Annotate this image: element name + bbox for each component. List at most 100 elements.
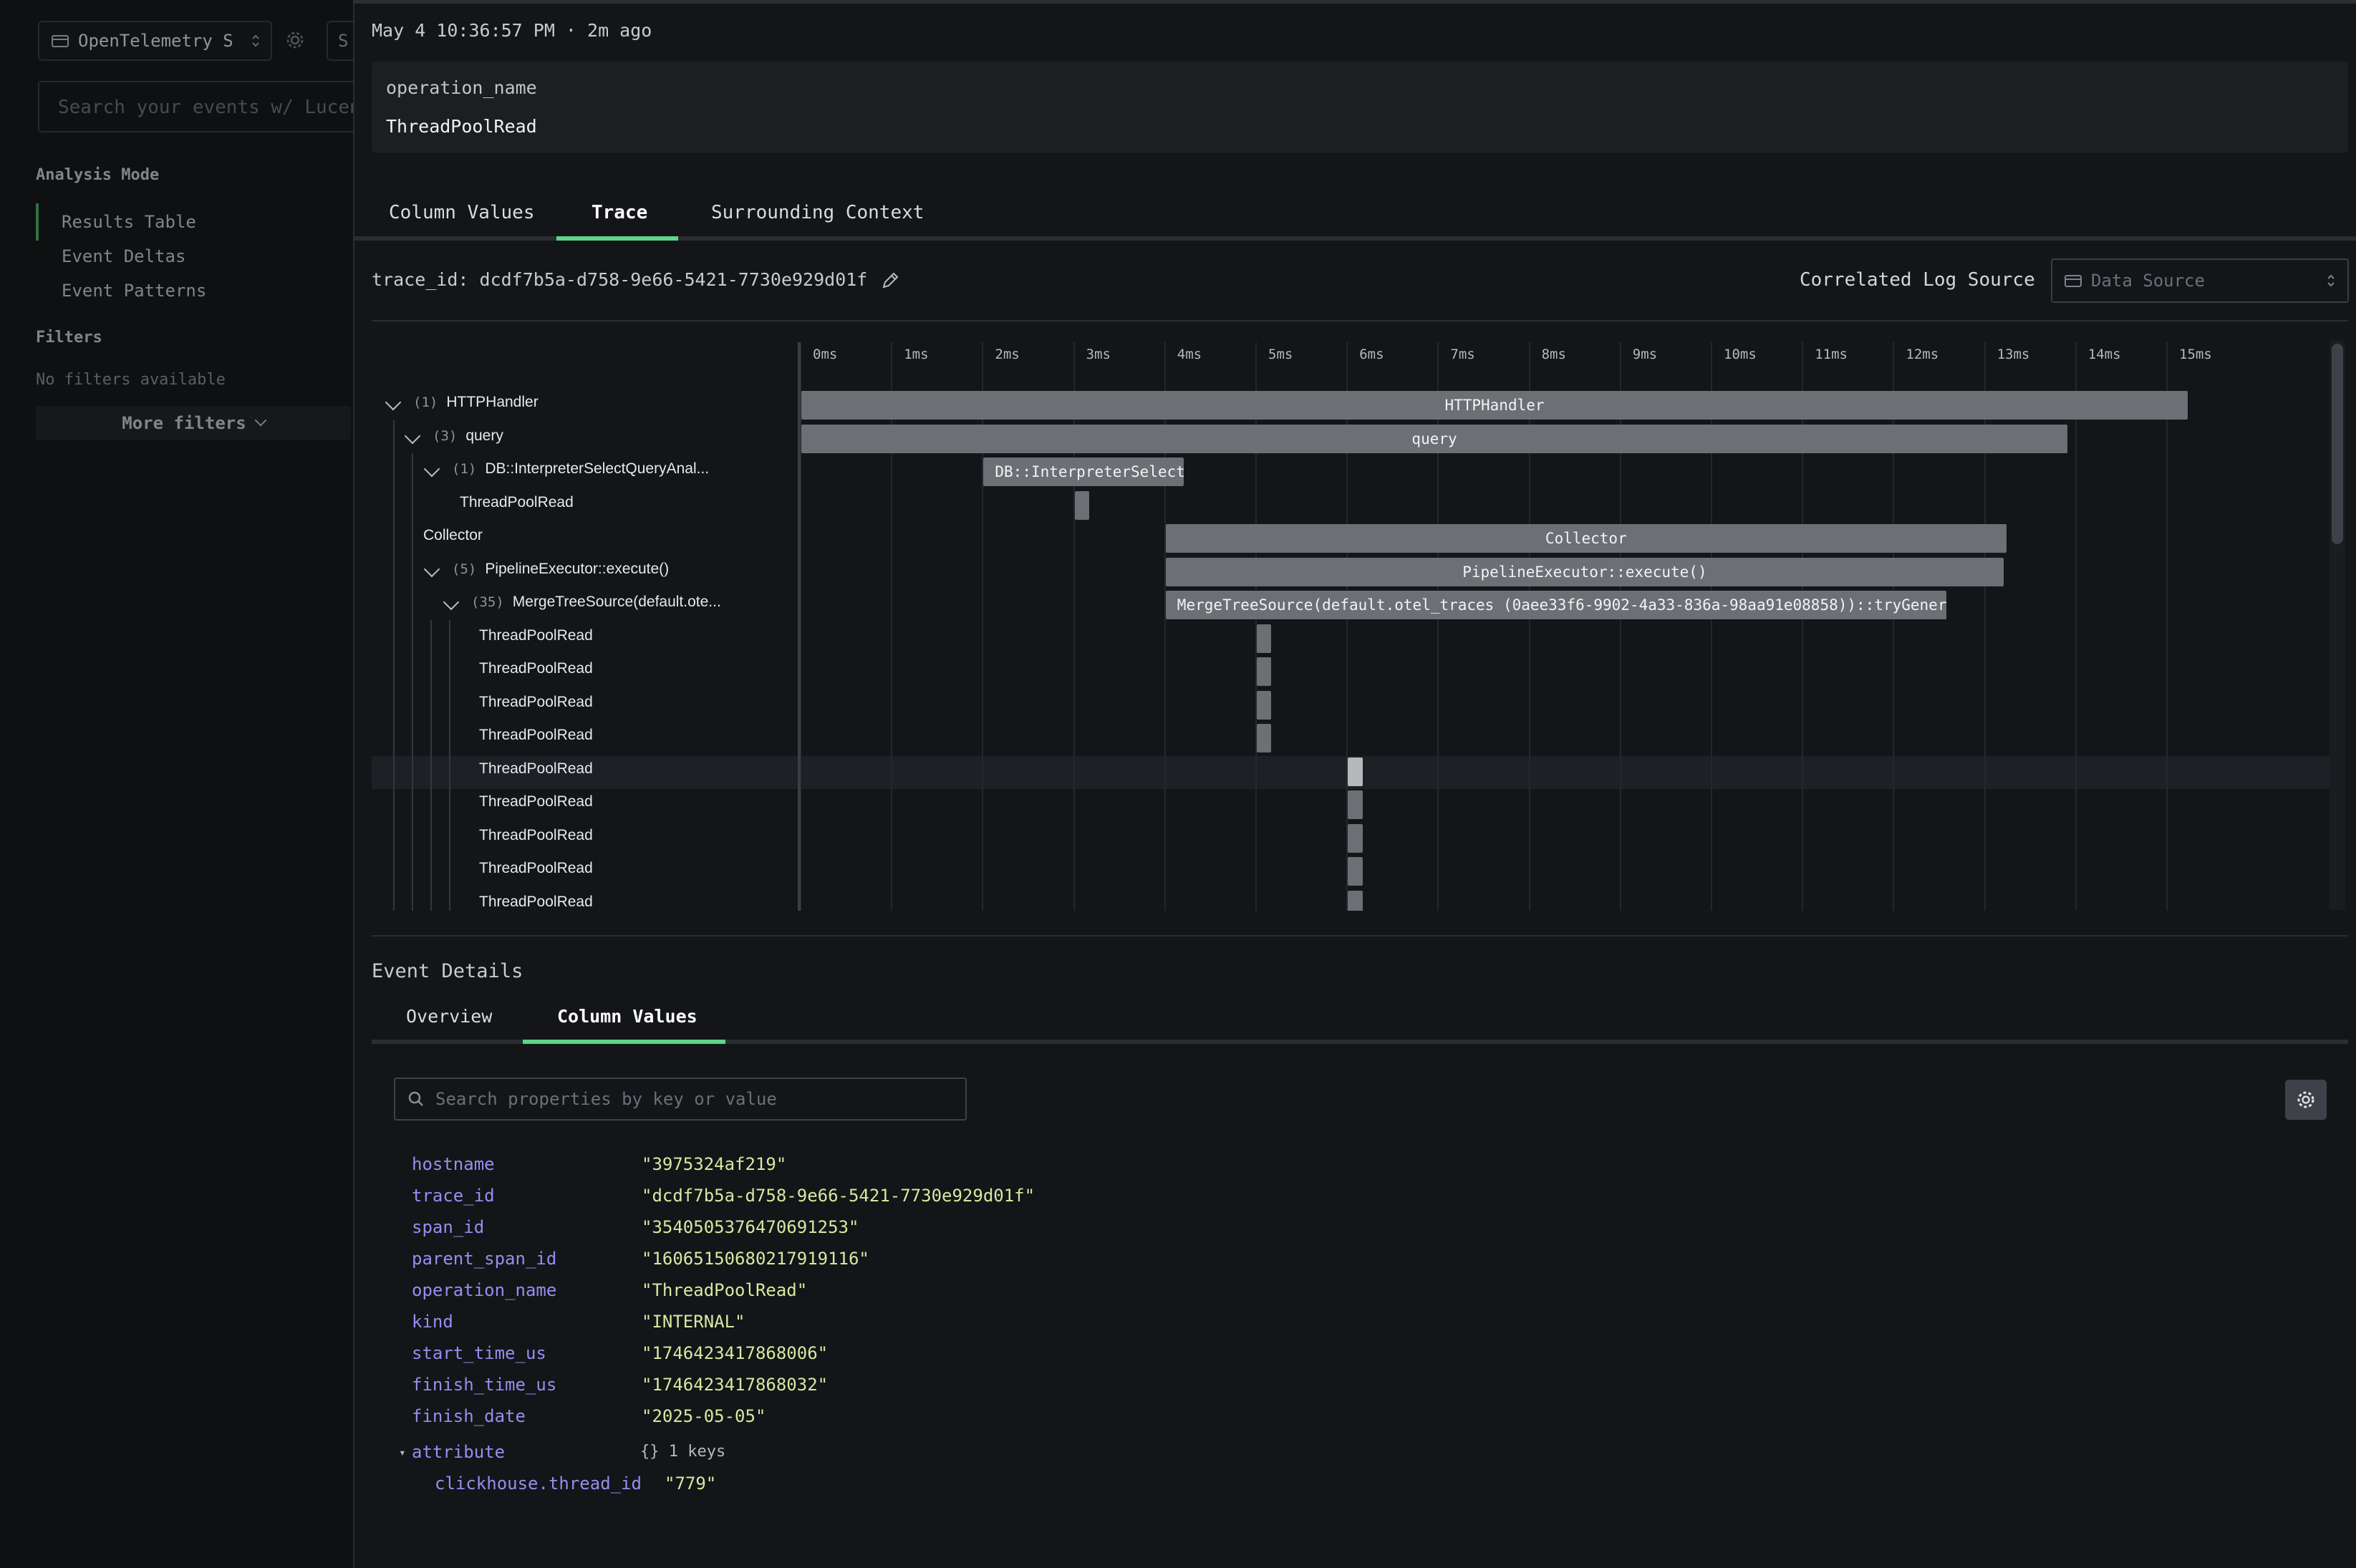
span-row-label[interactable]: ThreadPoolRead [479, 760, 593, 778]
tab-column-values-underline [523, 1040, 725, 1044]
left-sidebar: OpenTelemetry S S Search your events w/ … [0, 0, 375, 1568]
data-source-placeholder: Data Source [2091, 271, 2205, 291]
search-icon [408, 1091, 423, 1106]
correlated-log-source-label: Correlated Log Source [1800, 269, 2035, 291]
data-source-select[interactable]: Data Source [2051, 258, 2349, 303]
span-name: ThreadPoolRead [479, 826, 593, 843]
tab-column-values[interactable]: Column Values [389, 202, 535, 223]
span-bar[interactable]: DB::InterpreterSelectQueryAnalyzer::exec… [983, 458, 1184, 486]
pencil-icon[interactable] [879, 270, 901, 291]
operation-value: ThreadPoolRead [386, 116, 537, 137]
span-child-count: (3) [433, 427, 458, 444]
property-key[interactable]: finish_date [412, 1406, 526, 1426]
span-name: DB::InterpreterSelectQueryAnal... [485, 460, 710, 477]
span-row-label[interactable]: (35) MergeTreeSource(default.ote... [471, 594, 721, 611]
property-key[interactable]: parent_span_id [412, 1249, 556, 1269]
span-row-label[interactable]: (3) query [433, 427, 503, 445]
span-bar[interactable] [1257, 724, 1272, 752]
chevron-down-icon[interactable] [404, 427, 421, 444]
span-child-count: (5) [452, 561, 477, 577]
span-bar[interactable]: PipelineExecutor::execute() [1165, 557, 2004, 586]
span-row-label[interactable]: (1) DB::InterpreterSelectQueryAnal... [452, 460, 709, 478]
updown-chevron-icon [2327, 274, 2335, 287]
tab-overview[interactable]: Overview [406, 1006, 492, 1027]
chevron-down-icon[interactable] [385, 394, 402, 411]
property-value[interactable]: "INTERNAL" [642, 1312, 745, 1332]
span-name: query [465, 427, 503, 444]
property-search-input[interactable]: Search properties by key or value [394, 1078, 967, 1121]
settings-button[interactable] [2285, 1080, 2327, 1120]
tab-trace[interactable]: Trace [592, 202, 647, 223]
span-bar-label: DB::InterpreterSelectQueryAnalyzer::exec… [995, 463, 1184, 480]
property-key[interactable]: kind [412, 1312, 453, 1332]
span-bar[interactable] [1348, 757, 1363, 786]
chevron-down-icon[interactable] [423, 561, 440, 577]
span-bar[interactable] [1348, 790, 1363, 819]
span-name: ThreadPoolRead [479, 660, 593, 677]
timeline-tick-label: 6ms [1359, 347, 1384, 362]
property-key[interactable]: operation_name [412, 1280, 556, 1300]
span-name: ThreadPoolRead [479, 693, 593, 710]
property-key[interactable]: span_id [412, 1217, 484, 1237]
span-name: ThreadPoolRead [479, 893, 593, 910]
span-row-label[interactable]: ThreadPoolRead [479, 727, 593, 744]
span-row-label[interactable]: ThreadPoolRead [479, 660, 593, 677]
timeline-tick-label: 1ms [904, 347, 929, 362]
span-name: ThreadPoolRead [479, 626, 593, 644]
chevron-down-icon[interactable] [423, 460, 440, 478]
caret-down-icon[interactable]: ▾ [399, 1446, 406, 1459]
span-row-label[interactable]: ThreadPoolRead [479, 694, 593, 711]
span-bar[interactable] [1348, 890, 1363, 911]
property-key[interactable]: finish_time_us [412, 1375, 556, 1395]
property-value[interactable]: "2025-05-05" [642, 1406, 766, 1426]
tab-surrounding-context[interactable]: Surrounding Context [711, 202, 924, 223]
span-child-count: (1) [413, 395, 438, 410]
span-bar[interactable] [1257, 624, 1272, 653]
property-key[interactable]: hostname [412, 1154, 495, 1174]
property-value[interactable]: "1746423417868032" [642, 1375, 828, 1395]
attribute-child-value: "779" [665, 1473, 717, 1494]
span-bar[interactable]: Collector [1165, 524, 2007, 553]
span-name: ThreadPoolRead [460, 493, 574, 510]
span-row-label[interactable]: ThreadPoolRead [460, 494, 574, 511]
span-bar[interactable]: MergeTreeSource(default.otel_traces (0ae… [1165, 591, 1946, 619]
span-bar[interactable] [1074, 490, 1089, 520]
span-row-label[interactable]: ThreadPoolRead [479, 827, 593, 844]
timeline-tick-label: 2ms [995, 347, 1020, 362]
property-value[interactable]: "3540505376470691253" [642, 1217, 859, 1237]
span-bar-label: MergeTreeSource(default.otel_traces (0ae… [1177, 596, 1946, 614]
property-value[interactable]: "3975324af219" [642, 1154, 786, 1174]
tab-trace-underline [556, 236, 678, 241]
chevron-down-icon[interactable] [443, 594, 460, 611]
span-bar[interactable] [1348, 823, 1363, 853]
property-list: hostname "3975324af219" trace_id "dcdf7b5a-… [412, 1154, 1414, 1512]
property-value[interactable]: "ThreadPoolRead" [642, 1280, 807, 1300]
timeline-tick-label: 0ms [813, 347, 838, 362]
span-bar[interactable]: HTTPHandler [801, 391, 2188, 420]
span-child-count: (1) [452, 461, 477, 477]
span-bar-label: HTTPHandler [1444, 397, 1545, 414]
span-bar-label: Collector [1545, 530, 1627, 547]
property-value[interactable]: "16065150680217919116" [642, 1249, 869, 1269]
span-row-label[interactable]: ThreadPoolRead [479, 793, 593, 810]
tab-details-column-values[interactable]: Column Values [557, 1006, 697, 1027]
span-bar[interactable] [1257, 657, 1272, 686]
span-row-label[interactable]: ThreadPoolRead [479, 860, 593, 877]
property-value[interactable]: "1746423417868006" [642, 1343, 828, 1363]
timeline-tick-label: 12ms [1906, 347, 1939, 362]
operation-box [372, 62, 2348, 153]
span-row-label[interactable]: (1) HTTPHandler [413, 394, 539, 411]
property-key[interactable]: start_time_us [412, 1343, 546, 1363]
timeline-scrollbar-thumb[interactable] [2332, 344, 2343, 544]
property-key[interactable]: trace_id [412, 1186, 495, 1206]
span-bar[interactable] [1257, 690, 1272, 720]
span-row-label[interactable]: ThreadPoolRead [479, 894, 593, 911]
span-bar[interactable] [1348, 857, 1363, 886]
span-row-label[interactable]: ThreadPoolRead [479, 627, 593, 644]
attribute-key[interactable]: attribute [412, 1442, 505, 1462]
trace-timeline: 0ms 1ms 2ms 3ms 4ms 5ms 6ms 7ms 8ms 9ms 10ms 11ms 12… [372, 337, 2348, 911]
span-row-label[interactable]: (5) PipelineExecutor::execute() [452, 561, 669, 578]
property-value[interactable]: "dcdf7b5a-d758-9e66-5421-7730e929d01f" [642, 1186, 1035, 1206]
span-row-label[interactable]: Collector [423, 527, 483, 544]
span-bar[interactable]: query [801, 424, 2068, 453]
